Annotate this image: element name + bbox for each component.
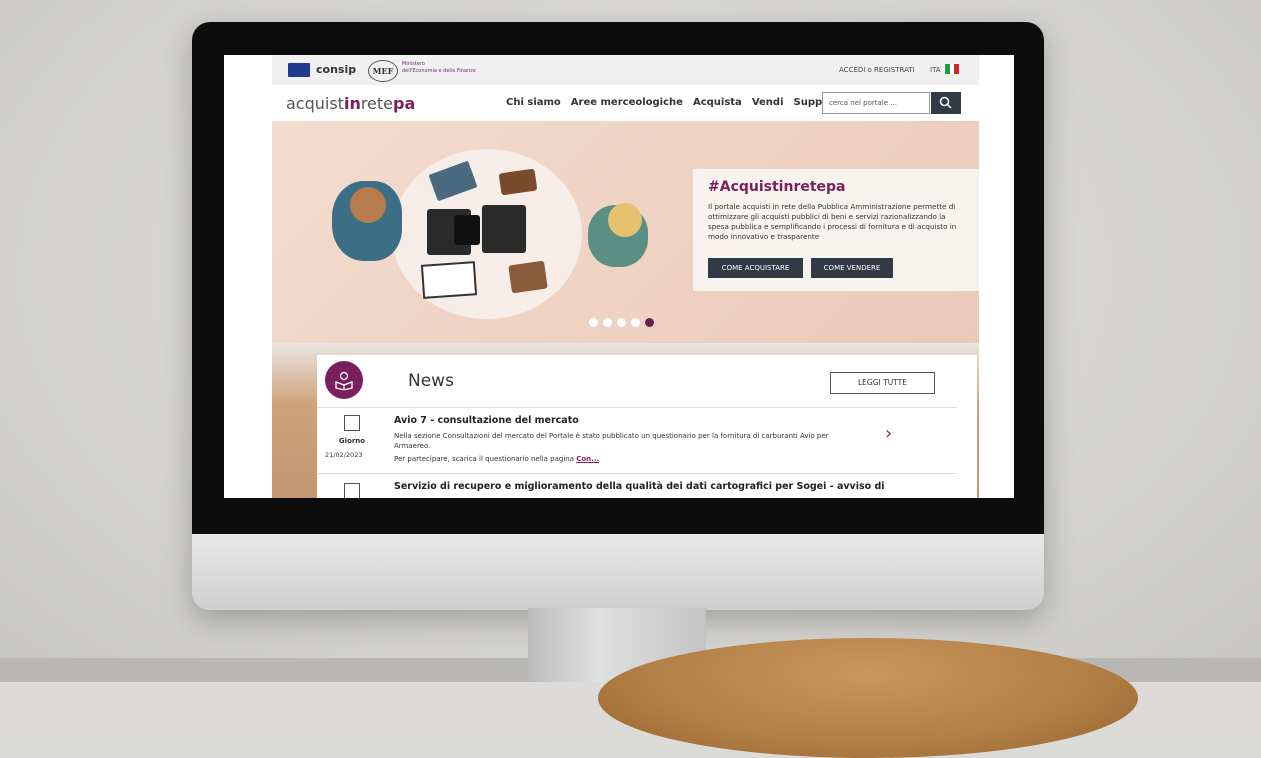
top-bar: consip MEF Ministero dell'Economia e del… bbox=[272, 55, 979, 85]
search-button[interactable] bbox=[931, 92, 961, 114]
nav-item-aree-merceologiche[interactable]: Aree merceologiche bbox=[571, 97, 683, 108]
website-screen: consip MEF Ministero dell'Economia e del… bbox=[224, 55, 1014, 498]
monitor-chin bbox=[192, 534, 1044, 610]
nav-item-vendi[interactable]: Vendi bbox=[752, 97, 784, 108]
calendar-icon bbox=[344, 415, 360, 431]
search-input[interactable]: cerca nel portale ... bbox=[822, 92, 930, 114]
carousel-dot[interactable] bbox=[631, 318, 640, 327]
language-selector[interactable]: ITA bbox=[930, 66, 941, 74]
news-section: News LEGGI TUTTE Giorno 21/02/2023 Avio … bbox=[317, 355, 977, 498]
hero-tablet bbox=[454, 215, 480, 245]
consip-logo[interactable]: consip bbox=[316, 63, 356, 76]
brand-part2: in bbox=[343, 94, 361, 113]
news-item-text: Nella sezione Consultazioni del mercato … bbox=[394, 432, 829, 450]
news-date: 21/02/2023 bbox=[325, 451, 363, 459]
carousel-dots bbox=[589, 318, 654, 327]
carousel-dot-active[interactable] bbox=[645, 318, 654, 327]
mef-ministry-label: Ministero dell'Economia e delle Finanze bbox=[402, 61, 492, 75]
brand-part3: rete bbox=[360, 94, 394, 113]
italian-flag-icon[interactable] bbox=[945, 64, 960, 74]
login-register-link[interactable]: ACCEDI o REGISTRATI bbox=[839, 66, 915, 74]
news-item-title[interactable]: Avio 7 - consultazione del mercato bbox=[394, 415, 579, 426]
come-vendere-button[interactable]: COME VENDERE bbox=[811, 258, 893, 278]
leggi-tutte-button[interactable]: LEGGI TUTTE bbox=[830, 372, 935, 394]
mef-line1: Ministero bbox=[402, 61, 425, 67]
mef-logo[interactable]: MEF bbox=[368, 60, 398, 82]
nav-menu: Chi siamo Aree merceologiche Acquista Ve… bbox=[506, 97, 846, 108]
come-acquistare-button[interactable]: COME ACQUISTARE bbox=[708, 258, 803, 278]
news-divider bbox=[317, 407, 957, 408]
carousel-dot[interactable] bbox=[603, 318, 612, 327]
news-item-title[interactable]: Servizio di recupero e miglioramento del… bbox=[394, 481, 885, 492]
brand-part4: pa bbox=[393, 94, 416, 113]
carousel-dot[interactable] bbox=[589, 318, 598, 327]
acquistinretepa-logo[interactable]: acquistinretepa bbox=[286, 94, 415, 113]
hero-person-right-head bbox=[608, 203, 642, 237]
news-heading: News bbox=[408, 371, 454, 391]
nav-item-chi-siamo[interactable]: Chi siamo bbox=[506, 97, 561, 108]
hero-promo-box: #Acquistinretepa Il portale acquisti in … bbox=[693, 169, 979, 291]
main-navigation: acquistinretepa Chi siamo Aree merceolog… bbox=[272, 87, 979, 119]
carousel-dot[interactable] bbox=[617, 318, 626, 327]
hero-title: #Acquistinretepa bbox=[708, 179, 846, 195]
search-icon bbox=[939, 96, 952, 109]
brand-part1: acquist bbox=[286, 94, 344, 113]
hero-person-left-head bbox=[350, 187, 386, 223]
news-day-label: Giorno bbox=[338, 437, 366, 445]
wooden-chair bbox=[598, 638, 1138, 758]
eu-flag-icon bbox=[288, 63, 310, 77]
news-item-more-link[interactable]: Con... bbox=[576, 455, 599, 463]
news-item-text2: Per partecipare, scarica il questionario… bbox=[394, 454, 854, 464]
nav-item-acquista[interactable]: Acquista bbox=[693, 97, 742, 108]
calendar-icon bbox=[344, 483, 360, 498]
news-reader-icon bbox=[325, 361, 363, 399]
hero-carousel: #Acquistinretepa Il portale acquisti in … bbox=[272, 121, 979, 343]
mef-line2: dell'Economia e delle Finanze bbox=[402, 68, 476, 74]
news-item-text2-body: Per partecipare, scarica il questionario… bbox=[394, 455, 574, 463]
hero-folder bbox=[508, 260, 548, 294]
news-divider bbox=[317, 473, 957, 474]
hero-clipboard bbox=[420, 261, 478, 299]
hero-laptop-right bbox=[482, 205, 526, 253]
chevron-right-icon[interactable]: › bbox=[885, 423, 892, 444]
hero-description: Il portale acquisti in rete della Pubbli… bbox=[708, 202, 957, 241]
